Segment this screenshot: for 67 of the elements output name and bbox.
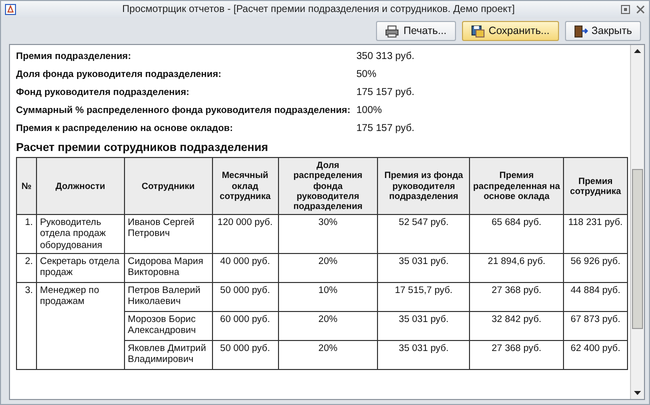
printer-icon <box>385 24 400 38</box>
table-cell: 120 000 руб. <box>212 214 278 254</box>
summary-value: 175 157 руб. <box>356 122 416 136</box>
toolbar-button[interactable]: Печать... <box>376 21 456 41</box>
table-cell: 50 000 руб. <box>212 282 278 312</box>
summary-label: Фонд руководителя подразделения: <box>16 86 190 100</box>
table-cell: 52 547 руб. <box>378 214 470 254</box>
table-title: Расчет премии сотрудников подразделения <box>16 142 270 154</box>
table-cell: 118 231 руб. <box>563 214 628 254</box>
close-icon[interactable] <box>636 5 645 14</box>
table-cell: 40 000 руб. <box>212 253 278 282</box>
table-cell: Секретарь отдела продаж <box>36 253 124 282</box>
table-cell: 60 000 руб. <box>212 311 278 340</box>
table-cell: 17 515,7 руб. <box>378 282 470 312</box>
table-cell: 44 884 руб. <box>563 282 628 312</box>
toolbar-button[interactable]: Закрыть <box>564 21 641 41</box>
summary-label: Суммарный % распределенного фонда руководителя подразделения: <box>16 104 350 118</box>
toolbar-button[interactable]: Сохранить... <box>462 21 559 41</box>
table-cell: 1. <box>16 214 36 254</box>
table-cell: 50 000 руб. <box>212 340 278 370</box>
summary-value: 175 157 руб. <box>356 86 416 100</box>
scrollbar[interactable] <box>630 45 644 399</box>
table-cell: 35 031 руб. <box>378 253 470 282</box>
scrollbar-thumb[interactable] <box>632 169 643 329</box>
column-header: Доля распределения фонда руководителя подразделения <box>278 158 378 214</box>
table-cell: 67 873 руб. <box>563 311 628 340</box>
column-header: Месячный оклад сотрудника <box>212 158 278 214</box>
door-exit-icon <box>574 24 588 38</box>
table-cell: 10% <box>278 282 378 312</box>
table-cell: 20% <box>278 340 378 370</box>
summary-value: 50% <box>356 68 378 82</box>
table-cell: 2. <box>16 253 36 282</box>
table-cell: 35 031 руб. <box>378 311 470 340</box>
app-icon <box>5 4 16 15</box>
restore-icon[interactable] <box>621 5 630 14</box>
table-cell: 3. <box>16 282 36 370</box>
table-cell: 65 684 руб. <box>470 214 564 254</box>
table-cell: 27 368 руб. <box>470 282 564 312</box>
window-title: Просмотрщик отчетов - [Расчет премии подразделения и сотрудников. Демо проект] <box>121 4 516 15</box>
summary-value: 100% <box>356 104 383 118</box>
summary-value: 350 313 руб. <box>356 50 416 64</box>
column-header: Сотрудники <box>124 158 212 214</box>
table-cell: Иванов Сергей Петрович <box>124 214 212 254</box>
table-cell: Яковлев Дмитрий Владимирович <box>124 340 212 370</box>
table-cell: 20% <box>278 253 378 282</box>
summary-label: Доля фонда руководителя подразделения: <box>16 68 222 82</box>
table-cell: Руководитель отдела продаж оборудования <box>36 214 124 254</box>
table-cell: 62 400 руб. <box>563 340 628 370</box>
table-cell: Сидорова Мария Викторовна <box>124 253 212 282</box>
summary-label: Премия к распределению на основе окладов: <box>16 122 234 136</box>
table-cell: 32 842 руб. <box>470 311 564 340</box>
table-cell: Морозов Борис Александрович <box>124 311 212 340</box>
table-cell: 35 031 руб. <box>378 340 470 370</box>
column-header: Должности <box>36 158 124 214</box>
disk-icon <box>470 24 485 38</box>
column-header: Премия сотрудника <box>563 158 628 214</box>
table-cell: 20% <box>278 311 378 340</box>
column-header: Премия из фонда руководителя подразделения <box>378 158 470 214</box>
table-cell: 30% <box>278 214 378 254</box>
table-cell: 56 926 руб. <box>563 253 628 282</box>
table-cell: 21 894,6 руб. <box>470 253 564 282</box>
table-cell: Петров Валерий Николаевич <box>124 282 212 312</box>
column-header: Премия распределенная на основе оклада <box>470 158 564 214</box>
summary-label: Премия подразделения: <box>16 50 132 64</box>
table-cell: Менеджер по продажам <box>36 282 124 370</box>
table-cell: 27 368 руб. <box>470 340 564 370</box>
column-header: № <box>16 158 36 214</box>
